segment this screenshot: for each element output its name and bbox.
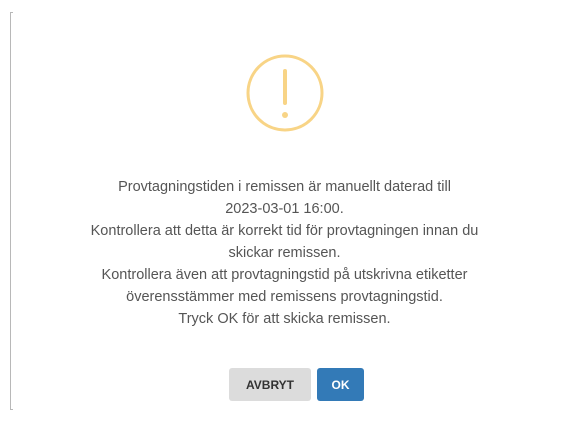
message-line: skickar remissen.	[228, 245, 341, 261]
dialog-border-corner-top	[10, 12, 13, 13]
message-line: överensstämmer med remissens provtagning…	[126, 289, 443, 305]
dialog-left-border	[10, 12, 11, 410]
ok-button[interactable]: OK	[317, 368, 364, 401]
dialog-buttons: AVBRYT OK	[229, 368, 364, 401]
message-line: Tryck OK för att skicka remissen.	[178, 311, 391, 327]
confirmation-dialog: Provtagningstiden i remissen är manuellt…	[0, 0, 569, 421]
message-line: Kontrollera även att provtagningstid på …	[101, 267, 468, 283]
cancel-button[interactable]: AVBRYT	[229, 368, 311, 401]
message-line: Kontrollera att detta är korrekt tid för…	[90, 223, 479, 239]
message-line: 2023-03-01 16:00.	[225, 201, 344, 217]
dialog-border-corner-bottom	[10, 409, 13, 410]
message-line: Provtagningstiden i remissen är manuellt…	[118, 179, 451, 195]
dialog-message: Provtagningstiden i remissen är manuellt…	[40, 176, 529, 330]
warning-icon	[246, 54, 324, 132]
